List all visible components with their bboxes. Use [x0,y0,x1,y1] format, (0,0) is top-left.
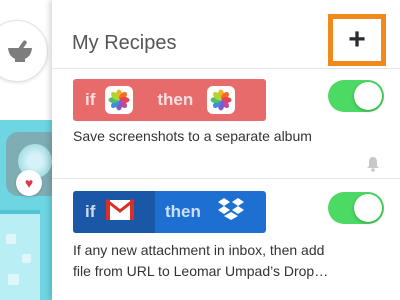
page-title: My Recipes [72,32,177,54]
plus-icon: + [348,23,366,56]
if-label: if [85,202,96,221]
heart-icon: ♥ [16,170,42,196]
recipe-item[interactable]: if then [52,68,400,179]
recipe-description-line: file from URL to Leomar Umpad’s Drop… [73,263,329,279]
recipe-banner[interactable]: if then [73,191,266,233]
photos-icon [105,86,134,114]
toggle-knob [354,194,382,222]
recipe-banner[interactable]: if then [73,79,266,121]
if-label: if [85,90,96,109]
toggle-knob [354,82,382,110]
gmail-icon [105,198,136,226]
recipe-description: Save screenshots to a separate album [73,128,312,144]
recipe-description: If any new attachment in inbox, then add… [73,240,393,282]
trigger-segment: if [73,191,155,233]
recipe-toggle[interactable] [328,192,384,224]
then-label: then [157,90,194,109]
dropbox-icon [217,197,245,228]
add-recipe-button[interactable]: + [328,14,386,66]
bell-icon[interactable] [366,156,380,177]
water-illustration [0,210,40,300]
mortar-icon[interactable] [0,20,48,82]
photos-icon [207,86,236,114]
recipe-item[interactable]: if then [52,180,400,300]
recipe-toggle[interactable] [328,80,384,112]
recipe-description-line: If any new attachment in inbox, then add [73,242,325,258]
header: My Recipes + [52,0,400,69]
then-label: then [165,202,201,221]
recipes-panel: My Recipes + if then Save screenshots to… [52,0,400,300]
